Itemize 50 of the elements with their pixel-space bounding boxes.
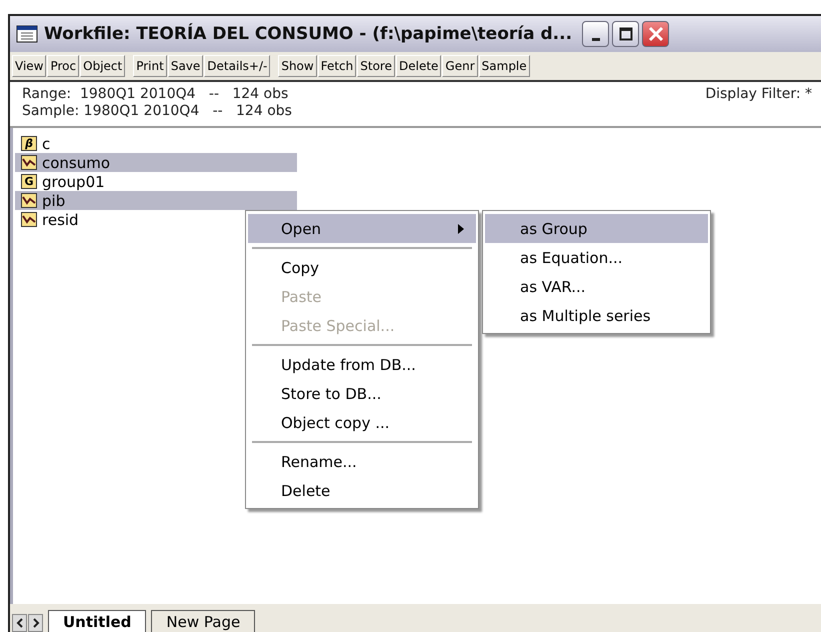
chevron-left-icon	[16, 618, 24, 628]
close-button[interactable]	[642, 21, 670, 47]
toolbar-button[interactable]: Genr	[442, 55, 478, 77]
maximize-icon	[618, 27, 633, 41]
coefficient-icon: β	[21, 136, 37, 151]
window-icon	[16, 25, 38, 43]
menu-item[interactable]: Delete	[248, 476, 476, 505]
menu-item[interactable]: as Multiple series	[485, 301, 708, 330]
page-tab[interactable]: Untitled	[48, 610, 146, 632]
range-text: Range: 1980Q1 2010Q4 -- 124 obs	[22, 86, 288, 103]
series-line-icon	[21, 193, 37, 208]
toolbar-button[interactable]: Save	[168, 55, 204, 77]
object-item[interactable]: β c	[15, 134, 297, 153]
display-filter-text: Display Filter: *	[705, 86, 812, 103]
toolbar-button[interactable]: Object	[80, 55, 126, 77]
menu-item[interactable]: Update from DB...	[248, 350, 476, 379]
toolbar-button[interactable]: Fetch	[318, 55, 356, 77]
window-title: Workfile: TEORÍA DEL CONSUMO - (f:\papime\teoría d...	[44, 24, 572, 44]
toolbar-button[interactable]: Sample	[478, 55, 530, 77]
toolbar-button[interactable]: Store	[357, 55, 395, 77]
menu-item[interactable]: as Group	[485, 214, 708, 243]
group-icon: G	[21, 174, 37, 189]
object-item[interactable]: pib	[15, 191, 297, 210]
menu-item[interactable]: Store to DB...	[248, 379, 476, 408]
menu-item[interactable]: as Equation...	[485, 243, 708, 272]
toolbar-button[interactable]: Delete	[396, 55, 442, 77]
scroll-left-button[interactable]	[12, 614, 27, 632]
toolbar-button[interactable]: View	[12, 55, 46, 77]
minimize-button[interactable]	[582, 21, 610, 47]
menu-item[interactable]: as VAR...	[485, 272, 708, 301]
toolbar-button[interactable]: Show	[278, 55, 317, 77]
menu-item[interactable]: Object copy ...	[248, 408, 476, 437]
minimize-icon	[592, 38, 600, 40]
submenu-arrow-icon	[458, 224, 464, 234]
series-line-icon	[21, 212, 37, 227]
chevron-right-icon	[32, 618, 40, 628]
sample-text: Sample: 1980Q1 2010Q4 -- 124 obs	[22, 103, 292, 120]
object-item[interactable]: G group01	[15, 172, 297, 191]
object-item[interactable]: consumo	[15, 153, 297, 172]
close-icon	[648, 26, 664, 42]
menu-item[interactable]: Open	[248, 214, 476, 243]
toolbar-button[interactable]: Details+/-	[204, 55, 270, 77]
page-tab[interactable]: New Page	[151, 610, 256, 632]
menu-item[interactable]: Copy	[248, 253, 476, 282]
scroll-right-button[interactable]	[28, 614, 43, 632]
toolbar-button[interactable]: Proc	[47, 55, 80, 77]
maximize-button[interactable]	[612, 21, 640, 47]
series-line-icon	[21, 155, 37, 170]
toolbar-button[interactable]: Print	[133, 55, 167, 77]
menu-item[interactable]: Rename...	[248, 447, 476, 476]
